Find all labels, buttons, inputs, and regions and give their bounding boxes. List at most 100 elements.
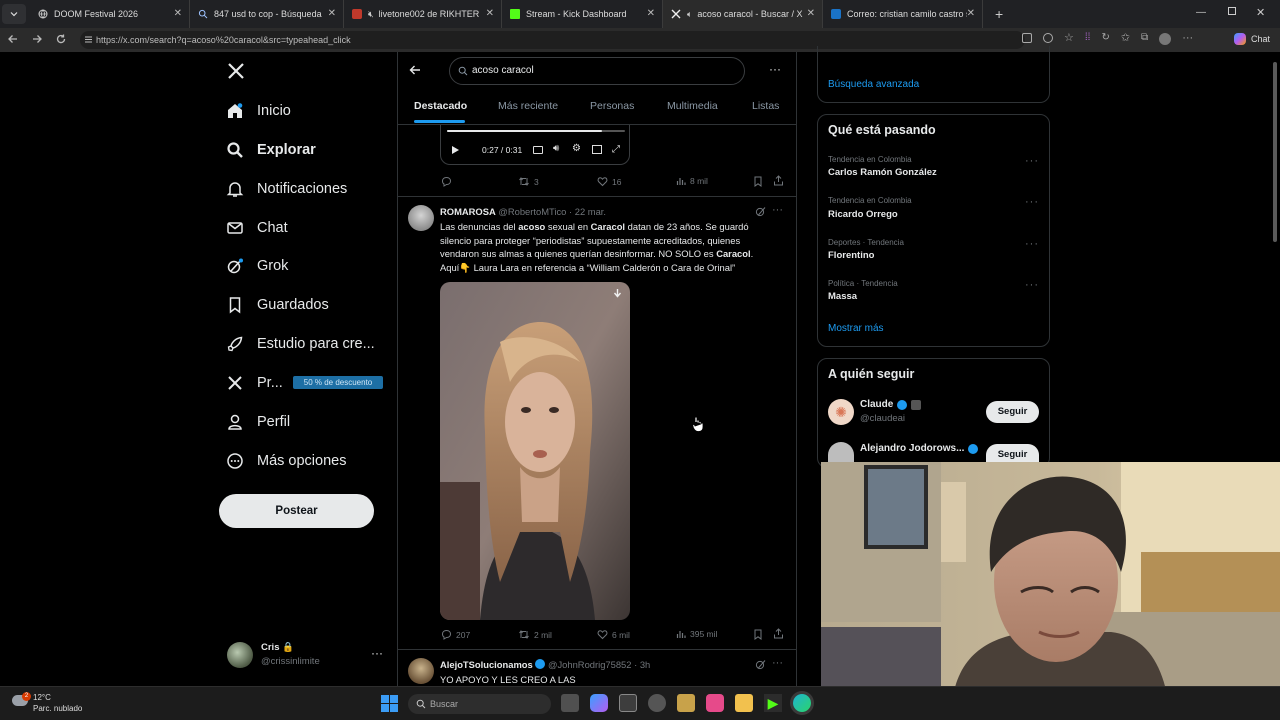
favorite-star-icon[interactable]: ☆: [1064, 33, 1074, 45]
new-tab-button[interactable]: +: [995, 6, 1003, 22]
tweet-author-name[interactable]: ROMAROSA: [440, 206, 496, 217]
trend-more-button[interactable]: ···: [1025, 238, 1039, 250]
split-view-icon[interactable]: [1022, 33, 1032, 43]
close-icon[interactable]: ✕: [967, 9, 975, 19]
sidebar-item-estudio[interactable]: Estudio para cre...: [226, 329, 375, 359]
forward-icon[interactable]: [31, 33, 43, 45]
volume-icon[interactable]: 🔊︎: [553, 143, 559, 154]
follow-button[interactable]: Seguir: [986, 444, 1039, 462]
post-button[interactable]: Postear: [219, 494, 374, 528]
close-icon[interactable]: ✕: [174, 9, 182, 19]
store-icon[interactable]: [677, 694, 695, 712]
close-icon[interactable]: ✕: [807, 9, 815, 19]
tweet-avatar[interactable]: [408, 658, 434, 684]
reply-count[interactable]: [441, 176, 456, 187]
more-dots-icon[interactable]: ···: [371, 646, 383, 660]
sidebar-item-chat[interactable]: Chat: [226, 213, 288, 243]
restore-button[interactable]: [1228, 7, 1236, 15]
settings-app-icon[interactable]: [648, 694, 666, 712]
extensions-icon[interactable]: ⧉: [1141, 33, 1148, 45]
speaker-muted-icon[interactable]: 🔇︎: [368, 9, 374, 20]
like-count[interactable]: 16: [597, 176, 621, 187]
tab-mas-reciente[interactable]: Más reciente: [498, 100, 558, 112]
tab-kick-dashboard[interactable]: Stream - Kick Dashboard ✕: [502, 0, 663, 28]
repost-count[interactable]: 2 mil: [518, 629, 552, 640]
tab-listas[interactable]: Listas: [752, 100, 779, 112]
tweet-date[interactable]: · 3h: [634, 659, 650, 670]
reload-icon[interactable]: [55, 33, 67, 45]
bookmark-icon[interactable]: [753, 629, 763, 640]
file-explorer-icon[interactable]: [735, 694, 753, 712]
repost-count[interactable]: 3: [518, 176, 539, 187]
tweet-more-button[interactable]: ···: [772, 657, 783, 669]
menu-dots-icon[interactable]: ···: [1182, 33, 1193, 45]
sidebar-item-notificaciones[interactable]: Notificaciones: [226, 174, 347, 204]
taskbar-search[interactable]: Buscar: [408, 694, 551, 714]
advanced-search-link[interactable]: Búsqueda avanzada: [828, 79, 919, 90]
trend-more-button[interactable]: ···: [1025, 279, 1039, 291]
view-count[interactable]: 8 mil: [676, 176, 708, 186]
kick-app-icon[interactable]: ▶: [764, 694, 782, 712]
page-info-icon[interactable]: [84, 35, 93, 44]
tab-livetone[interactable]: 🔇︎ livetone002 de RIKHTER ✕: [344, 0, 502, 28]
tab-list-button[interactable]: [2, 4, 26, 24]
captions-icon[interactable]: [533, 146, 543, 154]
tab-personas[interactable]: Personas: [590, 100, 634, 112]
grok-analyze-icon[interactable]: [755, 659, 766, 670]
sidebar-item-grok[interactable]: Grok: [226, 251, 288, 281]
apps-grid-icon[interactable]: ⁞⁞: [1085, 33, 1091, 45]
account-switcher[interactable]: Cris 🔒 @crissinlimite ···: [227, 641, 387, 671]
grok-analyze-icon[interactable]: [755, 206, 766, 217]
minimize-button[interactable]: —: [1196, 7, 1206, 18]
start-button[interactable]: [381, 695, 398, 712]
close-icon[interactable]: ✕: [647, 9, 655, 19]
tweet-author-handle[interactable]: @JohnRodrig75852: [548, 659, 632, 670]
profile-avatar-icon[interactable]: [1159, 33, 1172, 45]
close-icon[interactable]: ✕: [328, 9, 336, 19]
tweet-video[interactable]: [440, 282, 630, 620]
media-app-icon[interactable]: [706, 694, 724, 712]
sidebar-item-premium[interactable]: Pr...: [226, 368, 283, 398]
tweet-author-handle[interactable]: @RobertoMTico: [498, 206, 566, 217]
edge-browser-icon[interactable]: [793, 694, 811, 712]
tweet-date[interactable]: · 22 mar.: [569, 206, 606, 217]
tab-destacado[interactable]: Destacado: [414, 100, 467, 112]
tweet-author-name[interactable]: AlejoTSolucionamos: [440, 659, 533, 670]
search-input[interactable]: acoso caracol: [449, 57, 745, 85]
trend-more-button[interactable]: ···: [1025, 196, 1039, 208]
refresh-extension-icon[interactable]: ↻: [1101, 33, 1109, 45]
sidebar-item-perfil[interactable]: Perfil: [226, 407, 290, 437]
play-icon[interactable]: [450, 145, 460, 155]
back-icon[interactable]: [7, 33, 19, 45]
download-icon[interactable]: [612, 288, 623, 299]
bookmark-icon[interactable]: [753, 176, 763, 187]
tweet-more-button[interactable]: ···: [772, 204, 783, 216]
notepad-icon[interactable]: [619, 694, 637, 712]
sidebar-item-mas-opciones[interactable]: Más opciones: [226, 446, 346, 476]
show-more-link[interactable]: Mostrar más: [828, 323, 884, 334]
speaker-icon[interactable]: 🔈︎: [687, 9, 692, 20]
follow-button[interactable]: Seguir: [986, 401, 1039, 423]
reader-icon[interactable]: [1043, 33, 1053, 43]
weather-widget[interactable]: 2 12°C Parc. nublado: [12, 692, 102, 716]
tweet-avatar[interactable]: [408, 205, 434, 231]
tab-outlook-mail[interactable]: Correo: cristian camilo castro soto ✕: [823, 0, 983, 28]
tab-doom-festival[interactable]: DOOM Festival 2026 ✕: [30, 0, 190, 28]
settings-gear-icon[interactable]: ⚙: [572, 143, 581, 154]
like-count[interactable]: 6 mil: [597, 629, 630, 640]
tab-usd-cop[interactable]: 847 usd to cop - Búsqueda ✕: [190, 0, 344, 28]
close-icon[interactable]: ✕: [486, 9, 494, 19]
video-progress-bar[interactable]: [447, 130, 625, 132]
search-options-button[interactable]: ···: [769, 62, 781, 76]
copilot-icon[interactable]: [590, 694, 608, 712]
x-logo-icon[interactable]: [227, 62, 245, 80]
favorites-icon[interactable]: ✩: [1121, 33, 1130, 45]
tab-x-search[interactable]: 🔈︎ acoso caracol - Buscar / X ✕: [663, 0, 823, 28]
tab-multimedia[interactable]: Multimedia: [667, 100, 718, 112]
share-icon[interactable]: [773, 175, 784, 186]
pip-icon[interactable]: [592, 145, 602, 154]
reply-count[interactable]: 207: [441, 629, 470, 640]
scrollbar-thumb[interactable]: [1273, 62, 1277, 242]
sidebar-item-inicio[interactable]: Inicio: [226, 96, 291, 126]
back-arrow-icon[interactable]: [409, 64, 421, 76]
